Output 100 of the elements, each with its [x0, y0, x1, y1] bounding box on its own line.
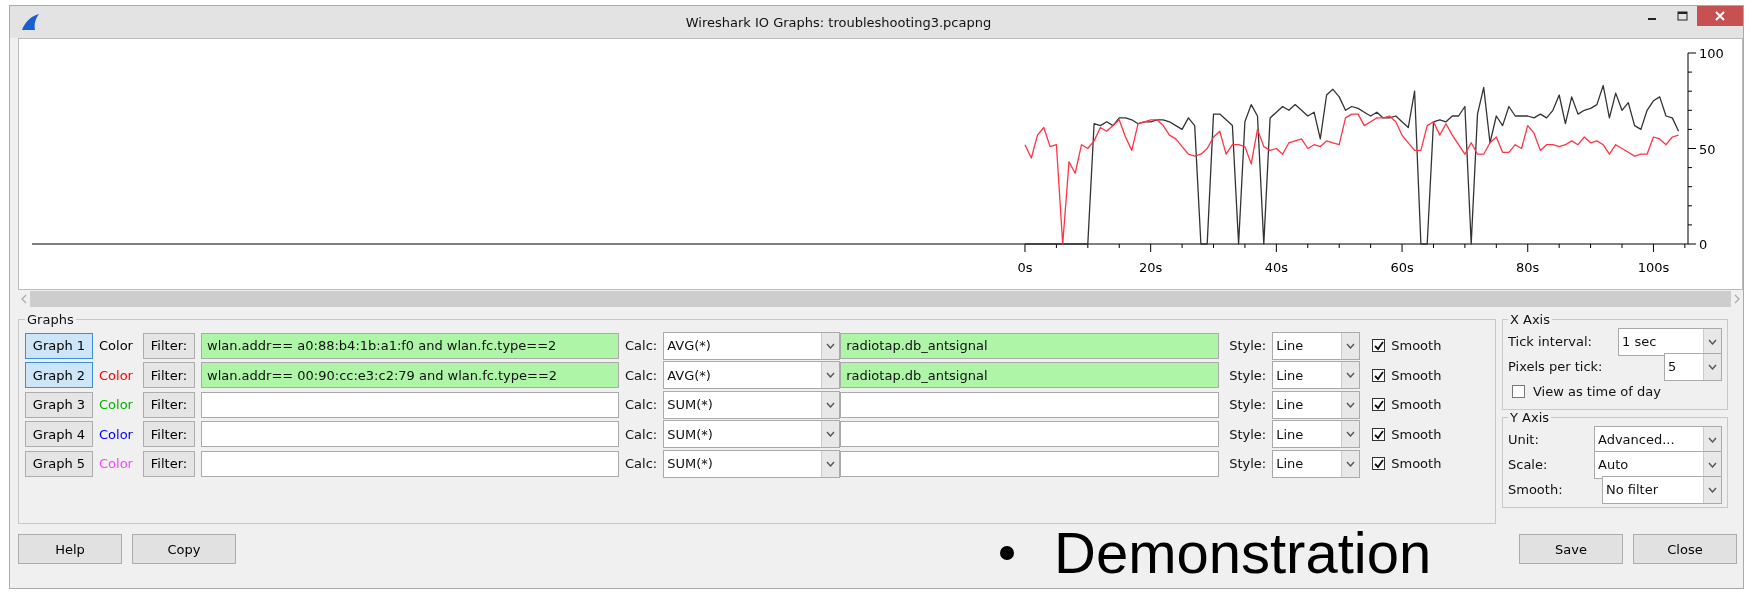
smooth-label: Smooth [1391, 426, 1442, 442]
filter-field[interactable] [201, 391, 619, 418]
time-of-day-label: View as time of day [1533, 384, 1661, 399]
style-dropdown[interactable]: Line [1272, 390, 1361, 419]
graph-toggle-button[interactable]: Graph 5 [25, 450, 93, 477]
dialog-button[interactable]: Help [18, 534, 122, 564]
pixels-per-tick-dropdown[interactable]: 5 [1664, 352, 1722, 381]
chevron-down-icon [1708, 436, 1717, 443]
calc-field[interactable]: radiotap.db_antsignal [840, 362, 1220, 389]
chevron-down-icon [826, 342, 836, 349]
calc-field[interactable] [840, 421, 1220, 448]
horizontal-scrollbar[interactable] [18, 290, 1743, 308]
color-label[interactable]: Color [99, 426, 137, 442]
y-tick-label: 0 [1699, 237, 1708, 252]
unit-dropdown[interactable]: Advanced... [1594, 425, 1722, 454]
filter-button[interactable]: Filter: [143, 362, 195, 389]
unit-label: Unit: [1508, 432, 1539, 447]
pixels-per-tick-label: Pixels per tick: [1508, 359, 1603, 374]
dialog-button[interactable]: Close [1633, 534, 1737, 564]
smooth-label: Smooth [1391, 338, 1442, 354]
style-dropdown[interactable]: Line [1272, 449, 1361, 478]
filter-field[interactable]: wlan.addr== a0:88:b4:1b:a1:f0 and wlan.fc.type==2 [201, 332, 619, 359]
chevron-down-icon [1346, 431, 1356, 438]
chevron-down-icon [1708, 461, 1717, 468]
chevron-down-icon [1346, 401, 1356, 408]
x-tick-label: 100s [1637, 260, 1670, 275]
style-label: Style: [1229, 426, 1267, 442]
smooth-checkbox[interactable] [1372, 339, 1386, 353]
smooth-checkbox[interactable] [1372, 427, 1386, 441]
filter-field[interactable] [201, 450, 619, 477]
shark-fin-icon [20, 13, 40, 31]
x-tick-label: 60s [1390, 260, 1414, 275]
panel-title: X Axis [1509, 312, 1551, 327]
dialog-button[interactable]: Save [1519, 534, 1623, 564]
calc-dropdown[interactable]: SUM(*) [663, 390, 841, 419]
filter-field[interactable]: wlan.addr== 00:90:cc:e3:c2:79 and wlan.fc.type==2 [201, 362, 619, 389]
smooth-label: Smooth [1391, 456, 1442, 472]
filter-button[interactable]: Filter: [143, 332, 195, 359]
dialog-button[interactable]: Copy [132, 534, 236, 564]
time-of-day-checkbox[interactable] [1512, 385, 1525, 398]
style-label: Style: [1229, 367, 1267, 383]
filter-button[interactable]: Filter: [143, 421, 195, 448]
calc-field[interactable]: radiotap.db_antsignal [840, 332, 1220, 359]
smooth-dropdown[interactable]: No filter [1602, 475, 1722, 504]
calc-label: Calc: [625, 397, 658, 413]
chevron-down-icon [826, 460, 836, 467]
graph-toggle-button[interactable]: Graph 1 [25, 332, 93, 359]
calc-dropdown[interactable]: SUM(*) [663, 420, 841, 449]
chevron-down-icon [826, 372, 836, 379]
calc-label: Calc: [625, 367, 658, 383]
chevron-down-icon [1346, 372, 1356, 379]
smooth-label: Smooth: [1508, 482, 1563, 497]
x-tick-label: 20s [1139, 260, 1163, 275]
graph-toggle-button[interactable]: Graph 2 [25, 362, 93, 389]
chevron-down-icon [826, 401, 836, 408]
filter-button[interactable]: Filter: [143, 450, 195, 477]
graph-toggle-button[interactable]: Graph 4 [25, 421, 93, 448]
x-tick-label: 40s [1264, 260, 1288, 275]
chevron-down-icon [1346, 460, 1356, 467]
tick-interval-dropdown[interactable]: 1 sec [1618, 327, 1722, 356]
chevron-down-icon [1708, 363, 1717, 370]
calc-label: Calc: [625, 456, 658, 472]
x-tick-label: 0s [1017, 260, 1033, 275]
panel-title: Graphs [26, 312, 75, 327]
style-dropdown[interactable]: Line [1272, 361, 1361, 390]
scale-label: Scale: [1508, 457, 1548, 472]
tick-interval-label: Tick interval: [1508, 334, 1592, 349]
chevron-down-icon [826, 431, 836, 438]
close-icon[interactable] [1697, 6, 1743, 26]
filter-button[interactable]: Filter: [143, 391, 195, 418]
smooth-checkbox[interactable] [1372, 457, 1386, 471]
y-tick-label: 50 [1699, 141, 1716, 157]
style-dropdown[interactable]: Line [1272, 420, 1361, 449]
smooth-label: Smooth [1391, 367, 1442, 383]
calc-dropdown[interactable]: AVG(*) [663, 331, 841, 360]
calc-label: Calc: [625, 338, 658, 354]
color-label[interactable]: Color [99, 367, 137, 383]
y-tick-label: 100 [1699, 46, 1724, 61]
chevron-down-icon [1346, 342, 1356, 349]
window-title: Wireshark IO Graphs: troubleshooting3.pcapng [684, 14, 993, 30]
smooth-checkbox[interactable] [1372, 368, 1386, 382]
smooth-label: Smooth [1391, 397, 1442, 413]
panel-title: Y Axis [1509, 410, 1551, 425]
style-dropdown[interactable]: Line [1272, 331, 1361, 360]
calc-dropdown[interactable]: SUM(*) [663, 449, 841, 478]
color-label[interactable]: Color [99, 338, 137, 354]
style-label: Style: [1229, 456, 1267, 472]
slide-caption: Demonstration [1054, 524, 1432, 582]
calc-label: Calc: [625, 426, 658, 442]
smooth-checkbox[interactable] [1372, 398, 1386, 412]
chevron-down-icon [1708, 486, 1717, 493]
style-label: Style: [1229, 338, 1267, 354]
style-label: Style: [1229, 397, 1267, 413]
chevron-down-icon [1708, 338, 1717, 345]
calc-field[interactable] [840, 450, 1220, 477]
graph-toggle-button[interactable]: Graph 3 [25, 391, 93, 418]
calc-dropdown[interactable]: AVG(*) [663, 361, 841, 390]
x-tick-label: 80s [1516, 260, 1540, 275]
filter-field[interactable] [201, 421, 619, 448]
calc-field[interactable] [840, 391, 1220, 418]
